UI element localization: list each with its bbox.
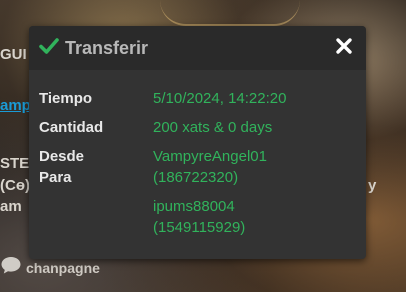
to-label: Para xyxy=(39,169,72,186)
amount-label: Cantidad xyxy=(39,119,104,136)
amount-value: 200 xats & 0 days xyxy=(153,119,273,136)
transfer-dialog: Transferir Tiempo 5/10/2024, 14:22:20 Ca… xyxy=(29,26,366,259)
from-user-id: (186722320) xyxy=(153,169,239,186)
to-username[interactable]: ipums88004 xyxy=(153,196,245,217)
background-text-fragment: y xyxy=(368,177,377,194)
background-link-fragment[interactable]: amp xyxy=(0,97,31,114)
time-row: Tiempo 5/10/2024, 14:22:20 xyxy=(39,88,356,109)
dialog-header: Transferir xyxy=(29,26,366,70)
from-value: VampyreAngel01 (186722320) xyxy=(153,146,267,188)
background-text-fragment: (Cɵ) xyxy=(0,177,30,194)
background-ornament xyxy=(160,0,300,26)
from-username[interactable]: VampyreAngel01 xyxy=(153,146,267,167)
background-text-fragment: am xyxy=(0,198,22,215)
time-value: 5/10/2024, 14:22:20 xyxy=(153,90,287,107)
check-icon xyxy=(39,37,59,60)
background-text-fragment: GUI xyxy=(0,46,27,63)
close-button[interactable] xyxy=(332,36,356,60)
to-value: ipums88004 (1549115929) xyxy=(153,196,245,238)
close-icon xyxy=(335,37,353,60)
to-user-id: (1549115929) xyxy=(153,219,246,236)
chat-bubble-icon xyxy=(0,255,22,280)
background-username: chanpagne xyxy=(26,259,100,276)
time-label: Tiempo xyxy=(39,90,93,107)
amount-row: Cantidad 200 xats & 0 days xyxy=(39,117,356,138)
dialog-body: Tiempo 5/10/2024, 14:22:20 Cantidad 200 … xyxy=(29,70,366,238)
dialog-title: Transferir xyxy=(65,37,149,58)
